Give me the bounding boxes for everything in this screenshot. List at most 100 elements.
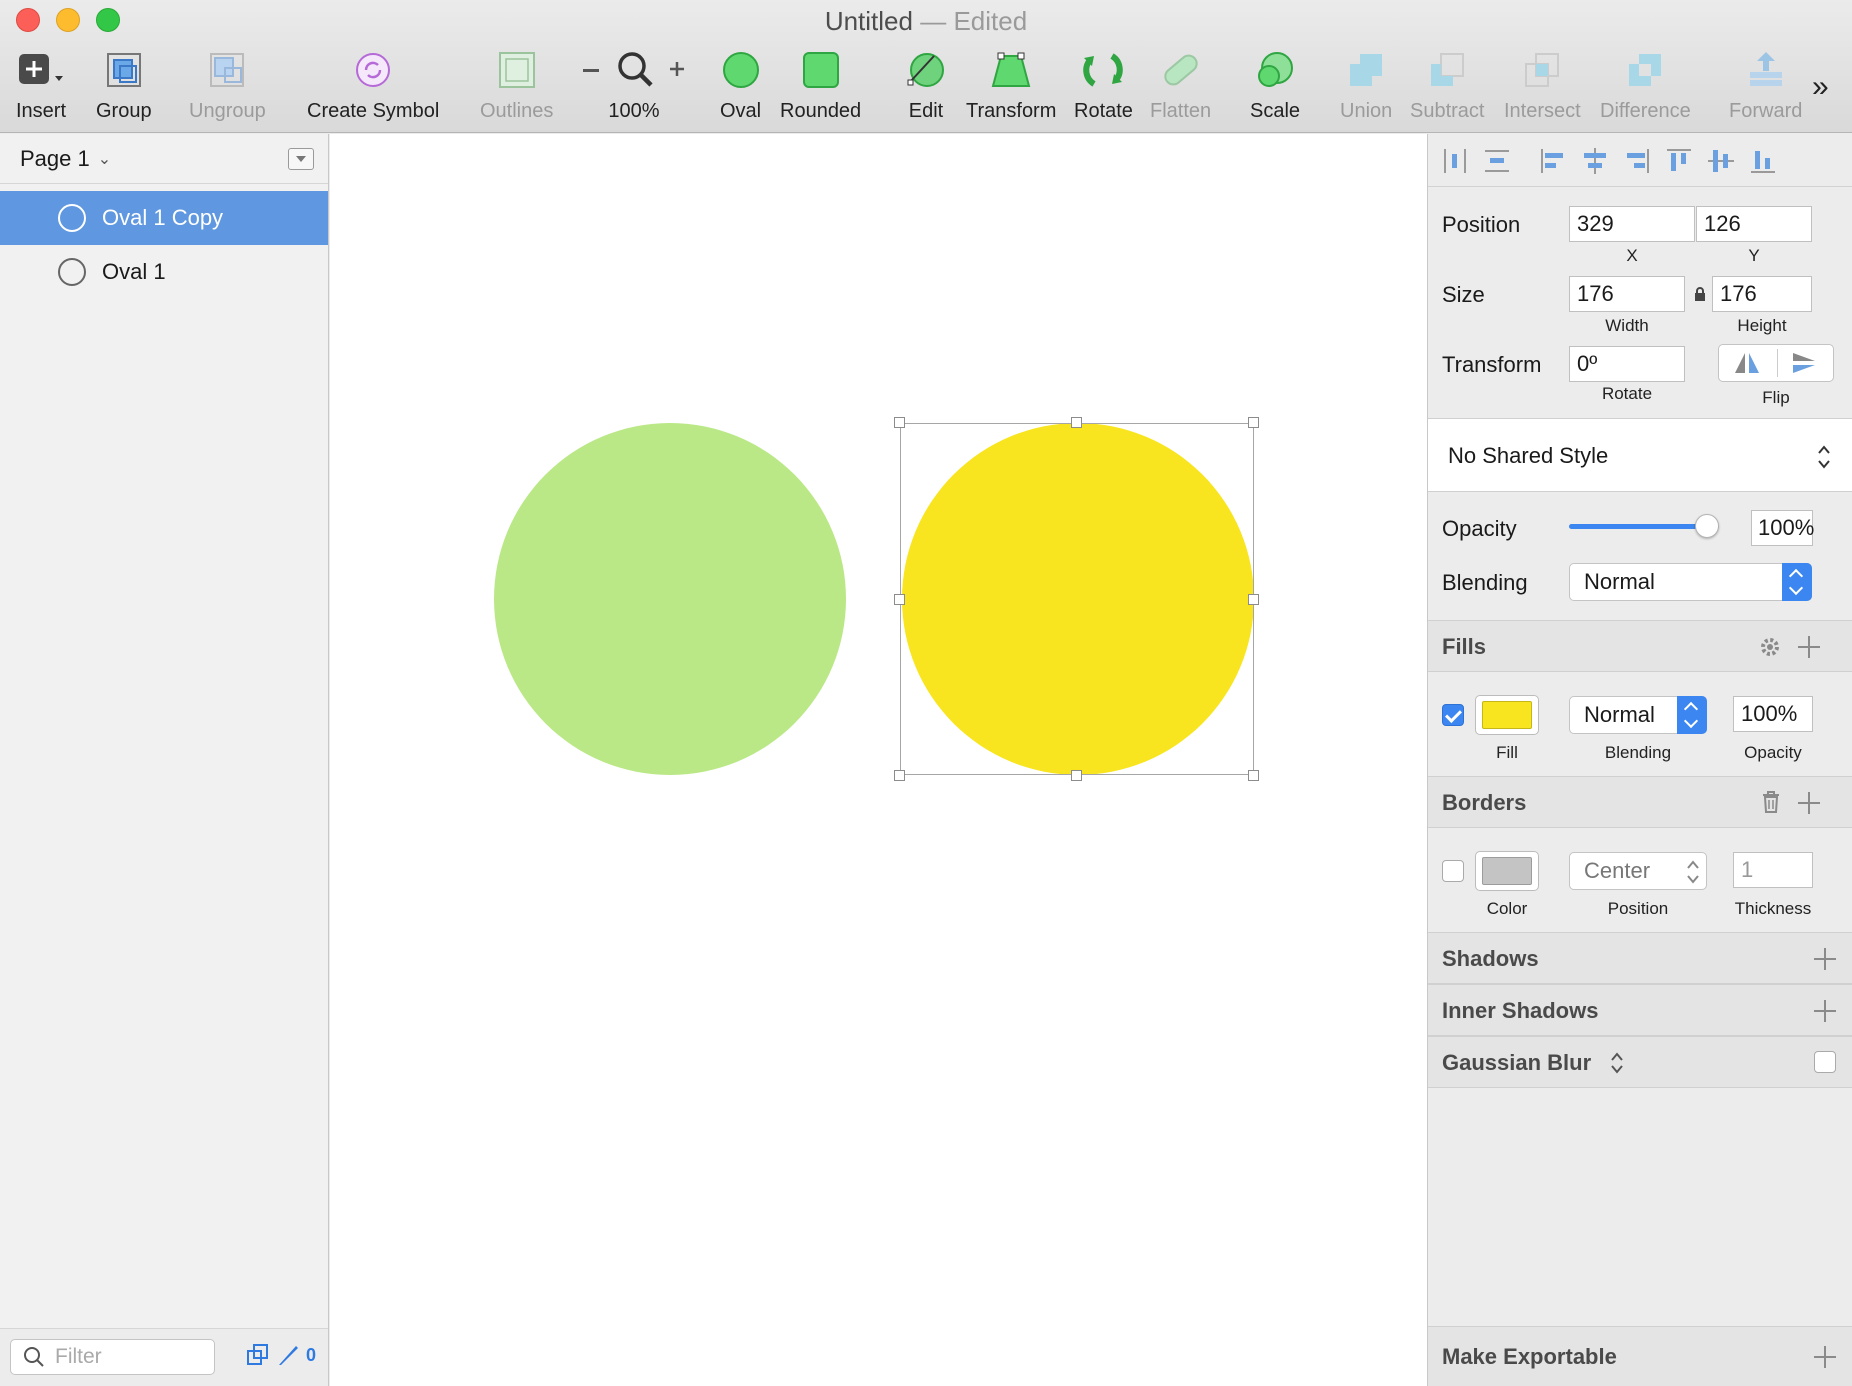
- align-vertical-center-icon[interactable]: [1706, 146, 1736, 176]
- border-position-select[interactable]: Center: [1569, 852, 1707, 890]
- rounded-button[interactable]: Rounded: [780, 46, 861, 123]
- edit-path-icon: [906, 46, 946, 94]
- select-stepper-icon: [1782, 563, 1812, 601]
- height-field[interactable]: 176: [1712, 276, 1812, 312]
- gaussian-blur-checkbox[interactable]: [1814, 1051, 1836, 1073]
- alignment-toolbar: [1428, 134, 1852, 187]
- difference-button[interactable]: Difference: [1600, 46, 1691, 123]
- insert-button[interactable]: Insert: [16, 46, 66, 123]
- align-left-icon[interactable]: [1538, 146, 1568, 176]
- zoom-out-icon: [583, 69, 599, 72]
- position-y-field[interactable]: 126: [1696, 206, 1812, 242]
- oval-button[interactable]: Oval: [720, 46, 761, 123]
- blending-select[interactable]: Normal: [1569, 563, 1812, 601]
- border-enabled-checkbox[interactable]: [1442, 860, 1464, 882]
- collapse-pages-button[interactable]: [288, 148, 314, 170]
- resize-handle-right[interactable]: [1248, 594, 1259, 605]
- intersect-button[interactable]: Intersect: [1504, 46, 1581, 123]
- scale-button[interactable]: Scale: [1250, 46, 1300, 123]
- border-thickness-field[interactable]: 1: [1733, 852, 1813, 888]
- ungroup-button[interactable]: Ungroup: [189, 46, 266, 123]
- group-button[interactable]: Group: [96, 46, 152, 123]
- flatten-button[interactable]: Flatten: [1150, 46, 1211, 123]
- edit-button[interactable]: Edit: [906, 46, 946, 123]
- add-fill-icon[interactable]: [1798, 636, 1820, 658]
- resize-handle-top-left[interactable]: [894, 417, 905, 428]
- zoom-icons: [582, 46, 686, 94]
- width-field[interactable]: 176: [1569, 276, 1685, 312]
- create-symbol-label: Create Symbol: [307, 100, 440, 122]
- edited-layers-filter-icon[interactable]: [276, 1343, 300, 1367]
- add-export-icon[interactable]: [1814, 1346, 1836, 1368]
- add-border-icon[interactable]: [1798, 792, 1820, 814]
- layer-filter-input[interactable]: Filter: [10, 1339, 215, 1375]
- add-shadow-icon[interactable]: [1814, 948, 1836, 970]
- shared-style-value: No Shared Style: [1448, 443, 1609, 468]
- distribute-vertical-icon[interactable]: [1482, 146, 1512, 176]
- rotate-button[interactable]: Rotate: [1074, 46, 1133, 123]
- chevron-down-icon: ⌄: [97, 150, 112, 168]
- opacity-label: Opacity: [1442, 516, 1517, 541]
- scale-label: Scale: [1250, 100, 1301, 122]
- align-bottom-icon[interactable]: [1748, 146, 1778, 176]
- fill-opacity-field[interactable]: 100%: [1733, 696, 1813, 732]
- forward-button[interactable]: Forward: [1729, 46, 1802, 123]
- oval-1-shape[interactable]: [494, 423, 846, 775]
- align-top-icon[interactable]: [1664, 146, 1694, 176]
- chevron-updown-icon[interactable]: [1610, 1051, 1624, 1075]
- oval-layer-icon: [58, 258, 86, 286]
- insert-icon: [17, 46, 65, 94]
- union-button[interactable]: Union: [1340, 46, 1392, 123]
- gaussian-blur-title[interactable]: Gaussian Blur: [1442, 1050, 1591, 1076]
- toolbar-overflow-button[interactable]: »: [1812, 70, 1829, 104]
- rotate-field[interactable]: 0º: [1569, 346, 1685, 382]
- opacity-slider-knob[interactable]: [1695, 514, 1719, 538]
- resize-handle-top[interactable]: [1071, 417, 1082, 428]
- create-symbol-button[interactable]: Create Symbol: [307, 46, 439, 123]
- resize-handle-top-right[interactable]: [1248, 417, 1259, 428]
- layer-item-oval-1[interactable]: Oval 1: [0, 245, 328, 299]
- distribute-horizontal-icon[interactable]: [1440, 146, 1470, 176]
- flip-horizontal-icon[interactable]: [1733, 351, 1761, 375]
- fills-title: Fills: [1442, 634, 1487, 659]
- inspector-panel: Position 329 126 X Y Size 176 176 Width …: [1427, 134, 1852, 1386]
- zoom-control[interactable]: 100%: [582, 46, 686, 123]
- fill-color: [1482, 701, 1532, 729]
- resize-handle-left[interactable]: [894, 594, 905, 605]
- opacity-field[interactable]: 100%: [1751, 510, 1814, 546]
- oval-label: Oval: [720, 100, 762, 122]
- align-right-icon[interactable]: [1622, 146, 1652, 176]
- union-icon: [1346, 46, 1386, 94]
- trash-icon[interactable]: [1760, 790, 1782, 814]
- border-color-label: Color: [1486, 899, 1528, 918]
- resize-handle-bottom-left[interactable]: [894, 770, 905, 781]
- transform-button[interactable]: Transform: [966, 46, 1056, 123]
- flatten-label: Flatten: [1150, 100, 1212, 122]
- gear-icon[interactable]: [1758, 635, 1782, 659]
- position-x-field[interactable]: 329: [1569, 206, 1695, 242]
- borders-title: Borders: [1442, 790, 1527, 815]
- size-label: Size: [1442, 282, 1485, 307]
- canvas[interactable]: [330, 134, 1427, 1386]
- document-name: Untitled: [824, 6, 913, 36]
- border-color-swatch[interactable]: [1475, 851, 1539, 891]
- opacity-slider[interactable]: [1569, 514, 1719, 538]
- layer-item-oval-1-copy[interactable]: Oval 1 Copy: [0, 191, 328, 245]
- fill-label: Fill: [1496, 743, 1518, 762]
- symbols-filter-icon[interactable]: [246, 1343, 270, 1367]
- outlines-button[interactable]: Outlines: [480, 46, 553, 123]
- lock-proportions-icon[interactable]: [1694, 286, 1706, 302]
- flip-vertical-icon[interactable]: [1791, 351, 1819, 375]
- make-exportable-label[interactable]: Make Exportable: [1442, 1344, 1617, 1370]
- resize-handle-bottom-right[interactable]: [1248, 770, 1259, 781]
- add-inner-shadow-icon[interactable]: [1814, 1000, 1836, 1022]
- fill-enabled-checkbox[interactable]: [1442, 704, 1464, 726]
- resize-handle-bottom[interactable]: [1071, 770, 1082, 781]
- align-horizontal-center-icon[interactable]: [1580, 146, 1610, 176]
- fill-color-swatch[interactable]: [1475, 695, 1539, 735]
- shared-style-selector[interactable]: No Shared Style: [1428, 418, 1852, 492]
- page-selector[interactable]: Page 1 ⌄: [0, 134, 328, 184]
- fill-blending-select[interactable]: Normal: [1569, 696, 1707, 734]
- subtract-button[interactable]: Subtract: [1410, 46, 1484, 123]
- rotate-label: Rotate: [1601, 384, 1653, 403]
